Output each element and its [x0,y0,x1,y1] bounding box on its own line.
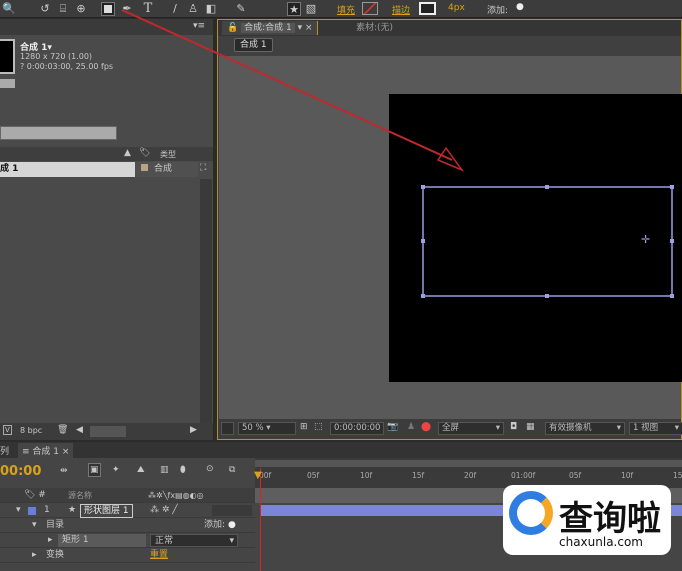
layer-parent[interactable] [212,505,252,516]
blend-mode-select[interactable]: 正常 ▾ [150,534,238,547]
work-area-bar[interactable] [255,460,682,467]
tick-label: 10f [360,471,373,480]
tick-label: 15f [673,471,682,480]
tick-label: 01:00f [511,471,536,480]
add-label[interactable]: 添加: [204,518,225,533]
reset-link[interactable]: 重置 [150,548,168,563]
tick-label: 05f [307,471,320,480]
mini-flowchart-icon[interactable]: ⇹ [60,466,68,476]
shape-layer-icon: ★ [68,505,77,515]
switches-header: ⁂✲╲fx▤◍◐◎ [148,491,204,500]
label-column-icon: 🏷 # [24,490,46,500]
tab-timeline-label: 合成 1 [32,447,59,457]
motion-blur-icon[interactable]: ⬮ [180,465,186,475]
playhead-handle[interactable]: ▼ [254,470,262,481]
live-update-icon[interactable]: ▣ [88,463,101,477]
watermark: 查询啦 chaxunla.com [503,485,671,555]
annotation-arrow [121,9,465,172]
tab-timeline-comp[interactable]: ≡ 合成 1 × [18,443,74,458]
layer-name[interactable]: 形状图层 1 [80,504,133,518]
tick-label: 15f [412,471,425,480]
tick-label: 10f [621,471,634,480]
time-ruler[interactable]: 00f 05f 10f 15f 20f 01:00f 05f 10f 15f [255,458,682,488]
column-header-row: 🏷 # 源名称 ⁂✲╲fx▤◍◐◎ [0,488,255,503]
graph-editor-icon[interactable]: ⊙ [206,464,214,474]
layer-row[interactable]: ▾ 1 ★ 形状图层 1 ⁂ ✲ ╱ [0,503,255,518]
watermark-url: chaxunla.com [559,535,643,549]
expand-contents-icon[interactable]: ▾ [32,518,37,533]
rectangle-name[interactable]: 矩形 1 [58,534,146,547]
draft-3d-icon[interactable]: ✦ [112,465,120,475]
expand-layer-icon[interactable]: ▾ [16,503,21,518]
tick-label: 20f [464,471,477,480]
rectangle-row[interactable]: ▸ 矩形 1 正常 ▾ [0,533,255,548]
timeline-tab-bar: 列 ≡ 合成 1 × [0,442,682,458]
frame-blending-icon[interactable]: ▥ [160,465,169,475]
contents-label: 目录 [46,520,65,530]
tick-label: 05f [569,471,582,480]
transform-label: 变换 [46,550,65,560]
layer-label-color[interactable] [28,507,36,515]
layer-switches[interactable]: ⁂ ✲ ╱ [150,503,178,518]
current-time[interactable]: 00:00 [0,464,41,479]
shy-icon[interactable]: ⛰ [137,465,145,475]
source-name-header[interactable]: 源名称 [68,488,92,503]
layer-number: 1 [44,505,50,515]
expand-rect-icon[interactable]: ▸ [48,533,53,548]
watermark-brand: 查询啦 [559,499,661,539]
tab-render-queue[interactable]: 列 [0,444,9,457]
playhead[interactable] [260,468,261,571]
add-button-icon[interactable]: ● [228,518,236,533]
blend-value: 正常 [155,536,174,546]
transform-row[interactable]: ▸ 变换 重置 [0,548,255,563]
watermark-logo-icon [509,491,553,535]
comp-flowchart-icon[interactable]: ⧉ [229,465,235,475]
expand-transform-icon[interactable]: ▸ [32,548,37,563]
contents-row[interactable]: ▾ 目录 添加: ● [0,518,255,533]
